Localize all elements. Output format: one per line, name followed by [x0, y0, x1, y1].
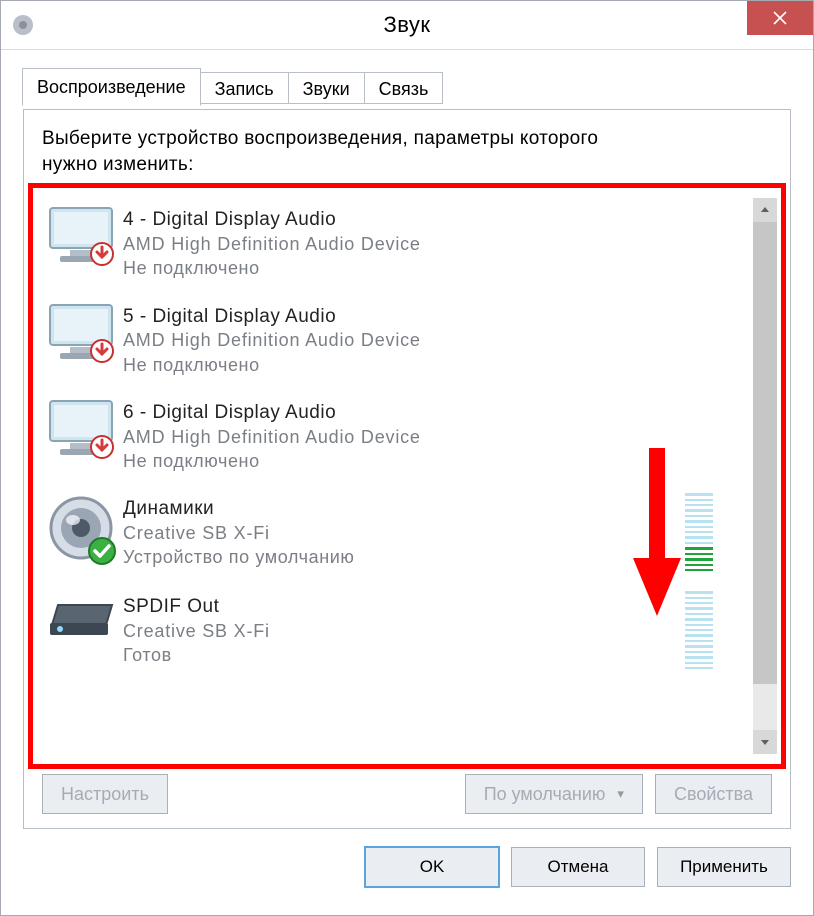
speaker-icon — [39, 493, 123, 571]
scroll-thumb[interactable] — [753, 222, 777, 684]
annotation-highlight: 4 - Digital Display Audio AMD High Defin… — [28, 183, 786, 769]
device-subtitle: Creative SB X-Fi — [123, 619, 685, 643]
window-title: Звук — [383, 12, 430, 38]
monitor-icon — [39, 204, 123, 280]
monitor-icon — [39, 301, 123, 377]
ok-button[interactable]: OK — [365, 847, 499, 887]
device-subtitle: AMD High Definition Audio Device — [123, 328, 751, 352]
device-subtitle: AMD High Definition Audio Device — [123, 425, 751, 449]
close-icon — [772, 10, 788, 26]
device-status: Устройство по умолчанию — [123, 545, 685, 569]
device-title: SPDIF Out — [123, 595, 685, 619]
device-status: Не подключено — [123, 353, 751, 377]
device-title: 5 - Digital Display Audio — [123, 305, 751, 329]
device-icon — [39, 591, 123, 669]
tab-pane-playback: Выберите устройство воспроизведения, пар… — [23, 109, 791, 829]
volume-meter — [685, 591, 713, 669]
dialog-body: Воспроизведение Запись Звуки Связь Выбер… — [1, 50, 813, 829]
device-list-item[interactable]: 5 - Digital Display Audio AMD High Defin… — [39, 293, 751, 389]
cancel-button[interactable]: Отмена — [511, 847, 645, 887]
close-button[interactable] — [747, 1, 813, 35]
tab-recording[interactable]: Запись — [200, 72, 289, 104]
scrollbar[interactable] — [753, 198, 777, 754]
properties-button[interactable]: Свойства — [655, 774, 772, 814]
monitor-icon — [39, 397, 123, 473]
configure-button[interactable]: Настроить — [42, 774, 168, 814]
scroll-up[interactable] — [753, 198, 777, 222]
device-status: Готов — [123, 643, 685, 667]
device-status: Не подключено — [123, 256, 751, 280]
tabstrip: Воспроизведение Запись Звуки Связь — [22, 72, 791, 110]
volume-meter — [685, 493, 713, 571]
instruction-text: Выберите устройство воспроизведения, пар… — [42, 126, 772, 177]
scroll-down[interactable] — [753, 730, 777, 754]
set-default-button[interactable]: По умолчанию — [465, 774, 643, 814]
tab-playback[interactable]: Воспроизведение — [22, 68, 201, 106]
annotation-arrow — [633, 448, 681, 618]
device-buttons: Настроить По умолчанию Свойства — [42, 774, 772, 814]
dialog-buttons: OK Отмена Применить — [1, 829, 813, 905]
tab-sounds[interactable]: Звуки — [288, 72, 365, 104]
device-subtitle: Creative SB X-Fi — [123, 521, 685, 545]
app-icon — [11, 13, 35, 37]
device-title: 6 - Digital Display Audio — [123, 401, 751, 425]
sound-dialog: Звук Воспроизведение Запись Звуки Связь … — [0, 0, 814, 916]
device-title: 4 - Digital Display Audio — [123, 208, 751, 232]
device-subtitle: AMD High Definition Audio Device — [123, 232, 751, 256]
titlebar[interactable]: Звук — [1, 1, 813, 50]
tab-communications[interactable]: Связь — [364, 72, 444, 104]
device-list-item[interactable]: 4 - Digital Display Audio AMD High Defin… — [39, 196, 751, 292]
apply-button[interactable]: Применить — [657, 847, 791, 887]
device-title: Динамики — [123, 497, 685, 521]
